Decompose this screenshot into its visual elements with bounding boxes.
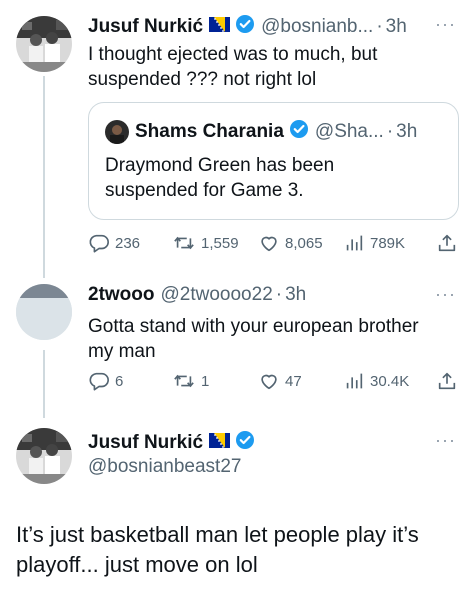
display-name[interactable]: Jusuf Nurkić: [88, 16, 203, 38]
views-button[interactable]: 30.4K: [343, 370, 409, 392]
main-tweet-text-line: It’s just basketball man let people play…: [16, 522, 419, 547]
quoted-tweet-text: Draymond Green has been suspended for Ga…: [105, 153, 445, 203]
action-bar: 6 1 47 30.4K: [88, 370, 460, 394]
bosnia-flag-icon: [209, 16, 231, 38]
heart-icon: [261, 374, 277, 390]
like-count: 47: [285, 372, 302, 390]
verified-badge-icon: [235, 430, 255, 456]
repost-button[interactable]: 1: [172, 370, 209, 392]
separator-dot: ·: [386, 121, 394, 142]
handle[interactable]: @bosnianb...: [261, 16, 373, 38]
share-button[interactable]: [436, 370, 463, 392]
separator-dot: ·: [376, 16, 383, 37]
repost-icon: [174, 374, 194, 388]
like-count: 8,065: [285, 234, 323, 252]
quoted-display-name: Shams Charania: [135, 121, 284, 142]
views-icon: [346, 373, 363, 389]
avatar[interactable]: [16, 16, 72, 72]
main-tweet-text-line: playoff... just move on lol: [16, 552, 258, 577]
views-icon: [346, 235, 363, 251]
timestamp[interactable]: 3h: [285, 284, 306, 306]
reply-count: 236: [115, 234, 141, 252]
handle[interactable]: @2twoooo22: [161, 284, 273, 306]
reply-button[interactable]: 6: [88, 370, 123, 392]
heart-icon: [261, 236, 277, 252]
avatar[interactable]: [16, 428, 72, 484]
tweet-header: 2twooo @2twoooo22 · 3h: [88, 284, 306, 306]
verified-badge-icon: [289, 119, 309, 145]
separator-dot: ·: [275, 284, 283, 305]
views-count: 30.4K: [370, 372, 410, 390]
quoted-text-line: suspended for Game 3.: [105, 180, 304, 201]
action-bar: 236 1,559 8,065 789K: [88, 232, 460, 256]
tweet-reply-2[interactable]: 2twooo @2twoooo22 · 3h ··· Gotta stand w…: [0, 270, 474, 412]
repost-icon: [174, 236, 194, 250]
repost-button[interactable]: 1,559: [172, 232, 239, 254]
repost-count: 1,559: [201, 234, 239, 252]
like-button[interactable]: 47: [258, 370, 302, 392]
share-icon: [438, 234, 456, 252]
tweet-header: Jusuf Nurkić @bosnianb... · 3h: [88, 14, 407, 40]
share-button[interactable]: [436, 232, 463, 254]
timestamp[interactable]: 3h: [386, 16, 407, 38]
reply-count: 6: [115, 372, 124, 390]
avatar[interactable]: [16, 284, 72, 340]
more-options-icon[interactable]: ···: [435, 284, 456, 305]
quoted-avatar: [105, 120, 129, 144]
tweet-text: I thought ejected was to much, but suspe…: [88, 42, 377, 92]
handle[interactable]: @bosnianbeast27: [88, 456, 241, 478]
reply-button[interactable]: 236: [88, 232, 140, 254]
quoted-tweet-header: Shams Charania @Sha... · 3h: [105, 119, 417, 145]
main-tweet-text: It’s just basketball man let people play…: [16, 520, 466, 580]
more-options-icon[interactable]: ···: [435, 14, 456, 35]
tweet-text-line: my man: [88, 341, 156, 362]
display-name[interactable]: Jusuf Nurkić: [88, 432, 203, 454]
quoted-timestamp: 3h: [396, 121, 418, 142]
reply-icon: [89, 372, 109, 391]
tweet-text: Gotta stand with your european brother m…: [88, 314, 419, 364]
tweet-text-line: Gotta stand with your european brother: [88, 316, 419, 337]
reply-icon: [89, 234, 109, 253]
tweet-reply-1[interactable]: Jusuf Nurkić @bosnianb... · 3h ··· I tho…: [0, 0, 474, 270]
tweet-text-line: suspended ??? not right lol: [88, 69, 317, 90]
verified-badge-icon: [235, 14, 255, 40]
main-tweet[interactable]: Jusuf Nurkić ··· @bosnianbeast27 It’s ju…: [0, 412, 474, 594]
quoted-tweet[interactable]: Shams Charania @Sha... · 3h Draymond Gre…: [88, 102, 459, 220]
tweet-text-line: I thought ejected was to much, but: [88, 44, 378, 65]
views-button[interactable]: 789K: [343, 232, 405, 254]
quoted-text-line: Draymond Green has been: [105, 155, 335, 176]
main-tweet-name-row: Jusuf Nurkić: [88, 430, 255, 456]
bosnia-flag-icon: [209, 432, 231, 454]
display-name[interactable]: 2twooo: [88, 284, 155, 306]
share-icon: [438, 372, 456, 390]
like-button[interactable]: 8,065: [258, 232, 323, 254]
repost-count: 1: [201, 372, 210, 390]
more-options-icon[interactable]: ···: [435, 430, 456, 451]
quoted-handle: @Sha...: [314, 121, 384, 142]
views-count: 789K: [370, 234, 406, 252]
